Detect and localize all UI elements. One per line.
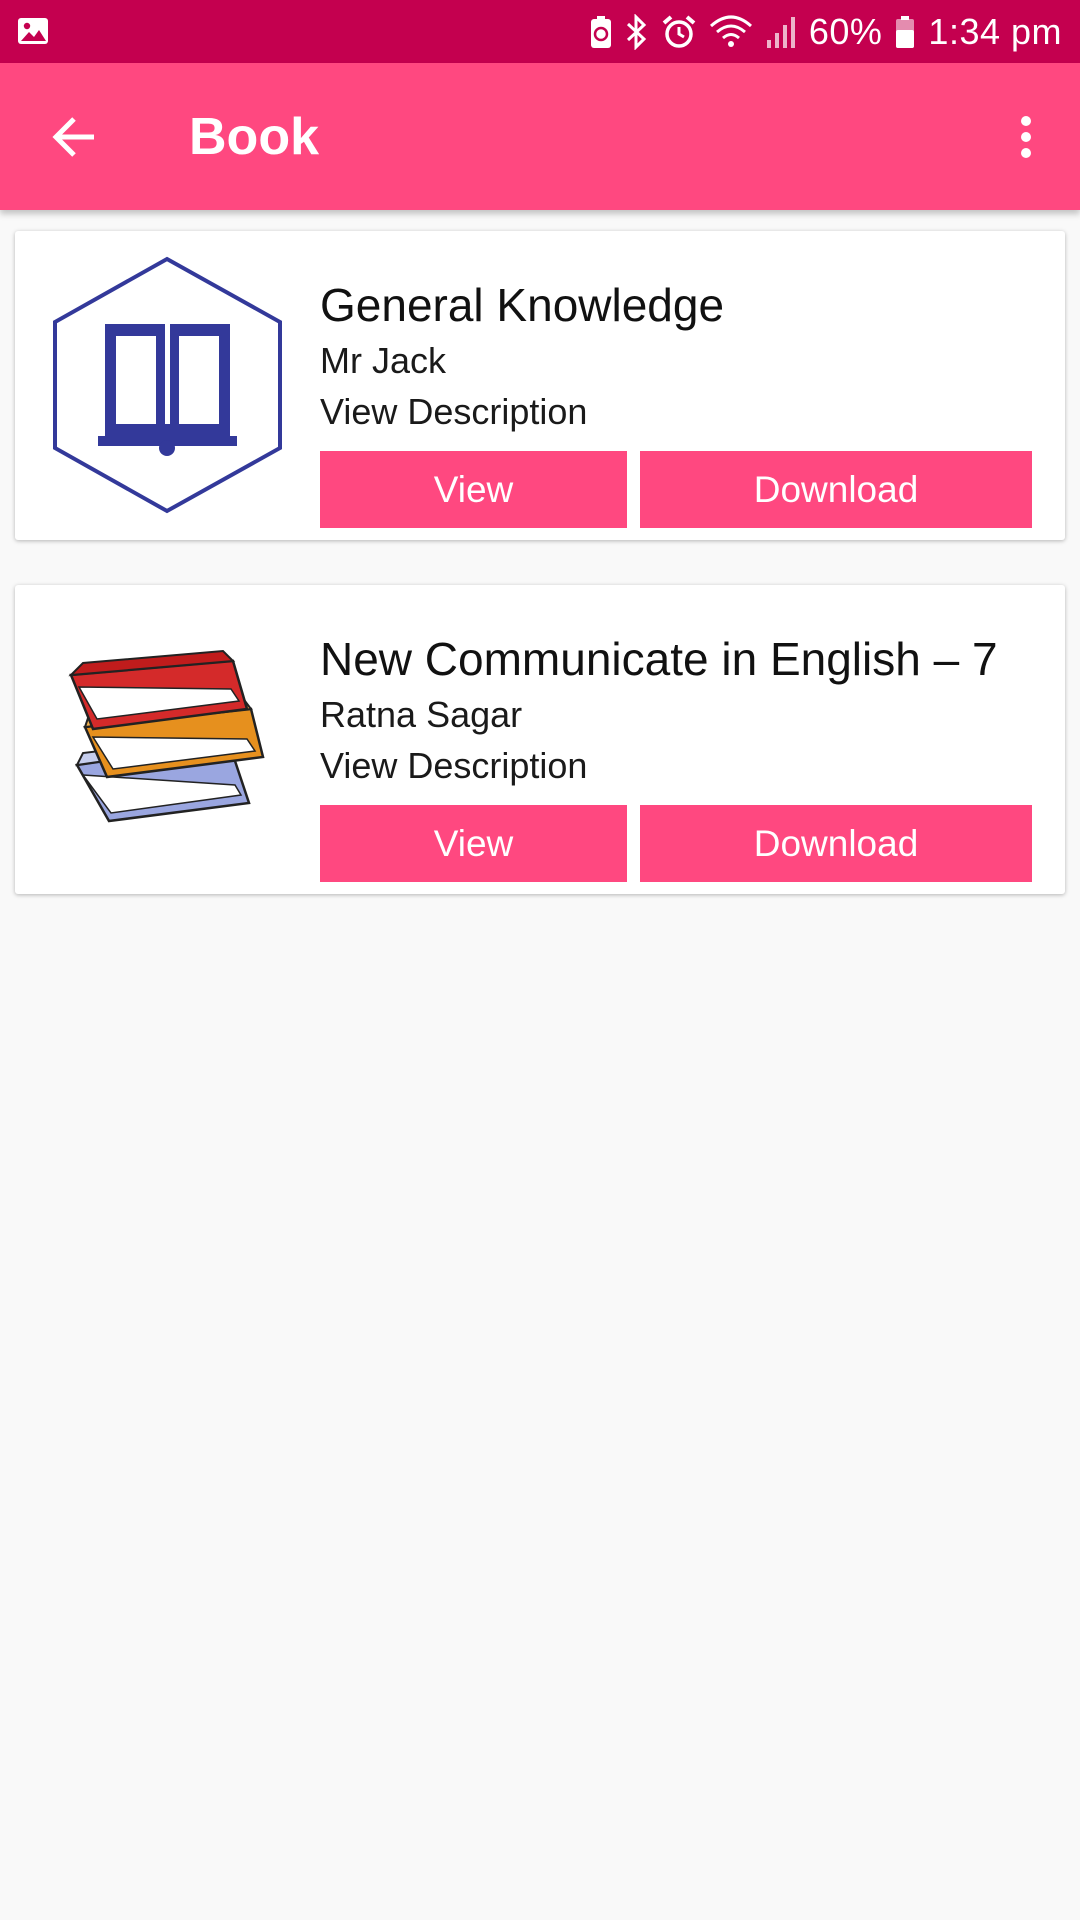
image-icon [16,14,50,48]
book-card[interactable]: New Communicate in English – 7 Ratna Sag… [15,585,1065,894]
page-title: Book [189,108,319,166]
download-button[interactable]: Download [640,805,1032,882]
book-author: Mr Jack [320,340,446,381]
battery-icon [894,15,916,49]
download-button[interactable]: Download [640,451,1032,528]
view-button[interactable]: View [320,451,627,528]
arrow-left-icon[interactable] [44,107,104,167]
book-card[interactable]: General Knowledge Mr Jack View Descripti… [15,231,1065,540]
alarm-icon [661,14,697,50]
signal-icon [765,14,797,50]
status-icons: 60% 1:34 pm [589,0,1062,63]
bluetooth-icon [625,13,649,50]
battery-percent: 60% [808,10,883,52]
view-description-link[interactable]: View Description [320,390,587,434]
more-vert-icon[interactable] [996,107,1056,167]
app-bar: Book [0,63,1080,210]
battery-saver-icon [589,15,613,49]
wifi-icon [709,14,753,50]
book-stack-icon [45,607,290,872]
book-author: Ratna Sagar [320,694,523,735]
view-button[interactable]: View [320,805,627,882]
book-title: New Communicate in English – 7 [320,633,998,685]
book-title: General Knowledge [320,279,725,331]
clock: 1:34 pm [928,10,1062,52]
status-bar: 60% 1:34 pm [0,0,1080,63]
open-book-hexagon-icon [45,253,290,518]
view-description-link[interactable]: View Description [320,744,587,788]
